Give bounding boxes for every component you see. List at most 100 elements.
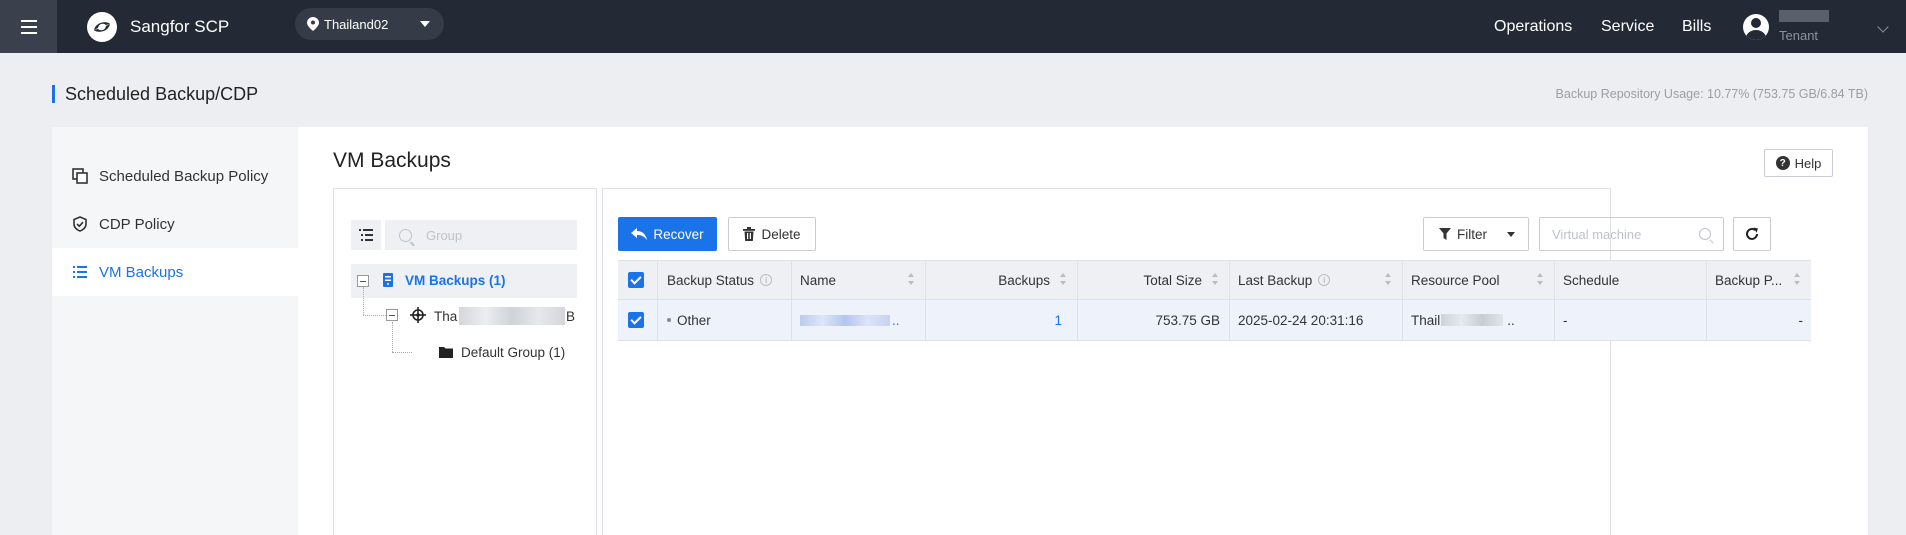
hamburger-menu-button[interactable] xyxy=(0,0,57,53)
help-icon: ? xyxy=(1775,156,1790,170)
nav-item-scheduled-backup-policy[interactable]: Scheduled Backup Policy xyxy=(52,152,298,200)
cell-last-backup: 2025-02-24 20:31:16 xyxy=(1238,300,1363,340)
column-divider xyxy=(1706,300,1707,340)
column-divider xyxy=(1229,300,1230,340)
vm-search-placeholder: Virtual machine xyxy=(1552,226,1642,242)
tree-connector xyxy=(392,352,412,353)
column-divider xyxy=(1554,300,1555,340)
collapse-icon[interactable] xyxy=(386,309,398,321)
location-pin-icon xyxy=(307,17,319,31)
col-name[interactable]: Name xyxy=(800,261,925,299)
nav-operations[interactable]: Operations xyxy=(1494,0,1572,53)
help-button[interactable]: ? Help xyxy=(1764,149,1833,177)
sort-icon[interactable] xyxy=(1212,273,1219,287)
nav-item-cdp-policy[interactable]: CDP Policy xyxy=(52,200,298,248)
sort-icon[interactable] xyxy=(1537,273,1544,287)
name-link[interactable]: .. xyxy=(892,313,900,328)
cell-backups[interactable]: 1 xyxy=(925,300,1077,340)
delete-button[interactable]: Delete xyxy=(728,217,816,251)
col-schedule[interactable]: Schedule xyxy=(1563,261,1706,299)
total-size-text: 753.75 GB xyxy=(1155,312,1220,328)
table-header: Backup Status i Name Backups Total Size L… xyxy=(618,260,1811,300)
copy-icon xyxy=(72,168,88,184)
repository-usage: Backup Repository Usage: 10.77% (753.75 … xyxy=(1555,87,1868,101)
nav-service[interactable]: Service xyxy=(1601,0,1654,53)
collapse-icon[interactable] xyxy=(357,275,369,287)
backup-policy-text: - xyxy=(1798,312,1804,328)
col-label: Resource Pool xyxy=(1411,272,1500,288)
tree-root-label[interactable]: VM Backups (1) xyxy=(405,273,506,288)
delete-label: Delete xyxy=(761,226,801,242)
top-bar: Sangfor SCP Thailand02 Operations Servic… xyxy=(0,0,1906,53)
page-title: Scheduled Backup/CDP xyxy=(65,83,259,104)
col-backups[interactable]: Backups xyxy=(925,261,1077,299)
avatar xyxy=(1743,14,1769,40)
column-divider xyxy=(1706,261,1707,299)
col-backup-policy[interactable]: Backup P... xyxy=(1715,261,1811,299)
column-divider xyxy=(791,261,792,299)
column-divider xyxy=(1402,300,1403,340)
col-label: Name xyxy=(800,272,837,288)
tree-view-toggle-button[interactable] xyxy=(351,220,381,250)
tree-group-label[interactable]: Default Group (1) xyxy=(461,345,565,360)
resource-pool-text: Thail xyxy=(1411,312,1441,328)
filter-button[interactable]: Filter xyxy=(1423,217,1529,251)
folder-icon xyxy=(439,347,453,358)
col-resource-pool[interactable]: Resource Pool xyxy=(1411,261,1554,299)
schedule-text: - xyxy=(1563,312,1568,328)
col-label: Backup P... xyxy=(1715,272,1783,288)
column-divider xyxy=(1229,261,1230,299)
region-label: Thailand02 xyxy=(324,16,389,32)
search-icon xyxy=(1699,228,1711,240)
sangfor-logo-icon xyxy=(87,11,117,42)
user-menu[interactable]: Tenant xyxy=(1743,8,1889,46)
row-checkbox[interactable] xyxy=(628,300,644,340)
chevron-down-icon xyxy=(1877,21,1889,33)
search-icon xyxy=(399,228,412,242)
column-divider xyxy=(791,300,792,340)
brand[interactable]: Sangfor SCP xyxy=(86,0,229,53)
nav-bills[interactable]: Bills xyxy=(1682,0,1711,53)
sort-icon[interactable] xyxy=(1060,273,1067,287)
info-icon[interactable]: i xyxy=(1318,274,1331,286)
col-label: Backup Status xyxy=(667,272,755,288)
group-search-input[interactable]: Group xyxy=(385,220,577,250)
vm-search-input[interactable]: Virtual machine xyxy=(1539,217,1724,251)
cell-name[interactable]: .. xyxy=(800,300,900,340)
status-dot-icon xyxy=(667,318,671,322)
list-icon xyxy=(72,264,88,280)
info-icon[interactable]: i xyxy=(760,274,773,286)
left-nav: Scheduled Backup Policy CDP Policy VM Ba… xyxy=(52,127,298,535)
cell-backup-policy: - xyxy=(1715,300,1811,340)
site-network-icon xyxy=(410,307,426,323)
sort-icon[interactable] xyxy=(1794,273,1801,287)
filter-label: Filter xyxy=(1457,226,1487,242)
brand-name: Sangfor SCP xyxy=(130,16,230,36)
group-tree-panel: Group VM Backups (1) Tha B Default Group… xyxy=(333,188,597,535)
tree-child-label[interactable]: Tha xyxy=(434,309,457,324)
chevron-down-icon xyxy=(420,21,430,27)
col-label: Backups xyxy=(998,272,1050,288)
region-selector[interactable]: Thailand02 xyxy=(295,8,444,40)
menu-icon xyxy=(20,25,37,28)
user-name-redacted xyxy=(1779,10,1829,22)
backups-count-link[interactable]: 1 xyxy=(1054,313,1062,328)
col-total-size[interactable]: Total Size xyxy=(1077,261,1229,299)
group-search-placeholder: Group xyxy=(426,227,463,243)
sort-icon[interactable] xyxy=(1385,273,1392,287)
title-accent-bar xyxy=(52,85,55,103)
select-all-checkbox[interactable] xyxy=(628,261,644,299)
table-row[interactable]: Other .. 1 753.75 GB 2025-02-24 20:31:16… xyxy=(618,300,1811,341)
col-label: Schedule xyxy=(1563,272,1620,288)
recover-button[interactable]: Recover xyxy=(618,217,717,251)
cell-schedule: - xyxy=(1563,300,1568,340)
refresh-button[interactable] xyxy=(1733,217,1771,251)
col-backup-status[interactable]: Backup Status i xyxy=(667,261,773,299)
checkbox-checked-icon xyxy=(628,312,644,328)
sort-icon[interactable] xyxy=(908,273,915,287)
page-header: Scheduled Backup/CDP xyxy=(52,84,258,104)
nav-item-vm-backups[interactable]: VM Backups xyxy=(52,248,298,296)
status-text: Other xyxy=(677,312,711,328)
trash-icon xyxy=(743,227,756,241)
col-last-backup[interactable]: Last Backup i xyxy=(1238,261,1402,299)
